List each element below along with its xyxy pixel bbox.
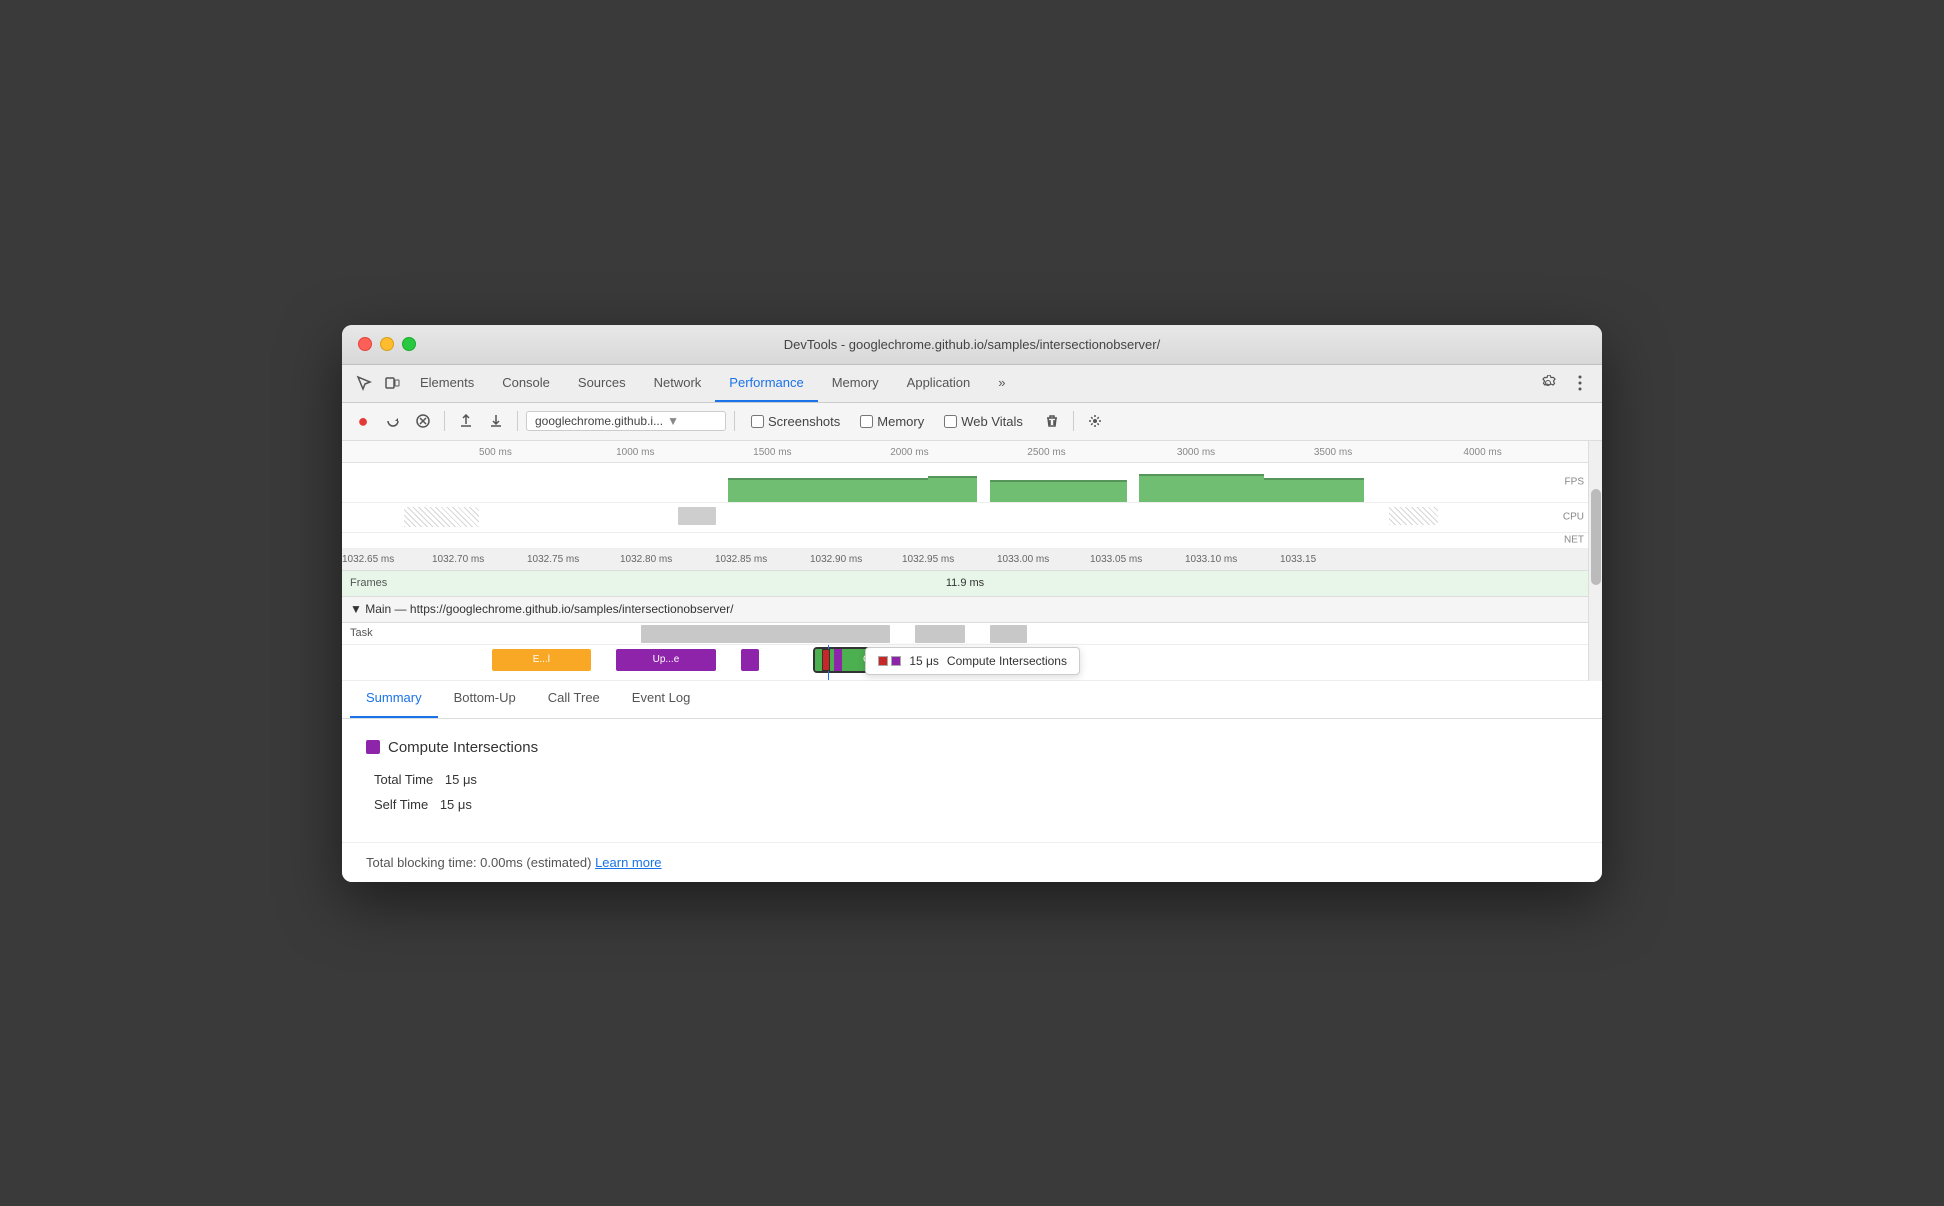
title-bar: DevTools - googlechrome.github.io/sample… xyxy=(342,325,1602,365)
screenshots-checkbox[interactable] xyxy=(751,415,764,428)
device-toolbar-icon[interactable] xyxy=(378,369,406,397)
capture-settings-button[interactable] xyxy=(1082,408,1108,434)
summary-self-time-row: Self Time 15 μs xyxy=(366,797,1578,812)
time-1033.10: 1033.10 ms xyxy=(1185,554,1237,565)
task-label: Task xyxy=(350,627,373,639)
task-row: Task xyxy=(342,623,1588,645)
ruler-2500ms: 2500 ms xyxy=(1027,447,1065,458)
intersection-marker xyxy=(822,649,830,671)
tab-sources[interactable]: Sources xyxy=(564,364,640,402)
summary-content: Compute Intersections Total Time 15 μs S… xyxy=(342,719,1602,842)
tab-console[interactable]: Console xyxy=(488,364,564,402)
time-marker-row: 1032.65 ms 1032.70 ms 1032.75 ms 1032.80… xyxy=(342,549,1588,571)
task-block-upe[interactable]: Up...e xyxy=(616,649,716,671)
upload-profile-button[interactable] xyxy=(453,408,479,434)
ruler-2000ms: 2000 ms xyxy=(890,447,928,458)
minimize-button[interactable] xyxy=(380,337,394,351)
bottom-tab-bar: Summary Bottom-Up Call Tree Event Log xyxy=(342,681,1602,719)
time-1033.00: 1033.00 ms xyxy=(997,554,1049,565)
web-vitals-checkbox[interactable] xyxy=(944,415,957,428)
main-thread-header: ▼ Main — https://googlechrome.github.io/… xyxy=(342,597,1588,623)
learn-more-link[interactable]: Learn more xyxy=(595,855,661,870)
tab-network[interactable]: Network xyxy=(640,364,716,402)
net-label: NET xyxy=(1564,535,1584,546)
task-block-el[interactable]: E...l xyxy=(492,649,592,671)
frames-label: Frames xyxy=(342,577,395,589)
download-profile-button[interactable] xyxy=(483,408,509,434)
traffic-lights xyxy=(358,337,416,351)
ruler-500ms: 500 ms xyxy=(479,447,512,458)
tooltip-time: 15 μs xyxy=(909,654,939,668)
frame-duration: 11.9 ms xyxy=(946,577,984,589)
task-blocks-row: E...l Up...e Co...rs xyxy=(342,645,1588,681)
timeline-ruler: 500 ms 1000 ms 1500 ms 2000 ms 2500 ms 3… xyxy=(342,441,1588,463)
ruler-4000ms: 4000 ms xyxy=(1463,447,1501,458)
tab-elements[interactable]: Elements xyxy=(406,364,488,402)
more-options-icon[interactable] xyxy=(1566,369,1594,397)
time-1033.15: 1033.15 xyxy=(1280,554,1316,565)
tooltip: 15 μs Compute Intersections xyxy=(865,647,1080,675)
tooltip-color-box2 xyxy=(891,656,901,666)
tab-call-tree[interactable]: Call Tree xyxy=(532,680,616,718)
screenshots-checkbox-group[interactable]: Screenshots xyxy=(743,414,848,429)
bottom-panel: Summary Bottom-Up Call Tree Event Log Co… xyxy=(342,681,1602,882)
time-1032.85: 1032.85 ms xyxy=(715,554,767,565)
time-1032.90: 1032.90 ms xyxy=(810,554,862,565)
fps-row: FPS xyxy=(342,463,1588,503)
tab-application[interactable]: Application xyxy=(893,364,985,402)
fps-label: FPS xyxy=(1565,477,1584,488)
record-button[interactable]: ● xyxy=(350,408,376,434)
performance-toolbar: ● xyxy=(342,403,1602,441)
memory-checkbox[interactable] xyxy=(860,415,873,428)
time-1032.65: 1032.65 ms xyxy=(342,554,394,565)
ruler-3000ms: 3000 ms xyxy=(1177,447,1215,458)
window-title: DevTools - googlechrome.github.io/sample… xyxy=(784,337,1160,352)
time-1032.95: 1032.95 ms xyxy=(902,554,954,565)
summary-title: Compute Intersections xyxy=(366,739,1578,756)
devtools-tab-bar: Elements Console Sources Network Perform… xyxy=(342,365,1602,403)
time-1032.80: 1032.80 ms xyxy=(620,554,672,565)
settings-icon[interactable] xyxy=(1534,369,1562,397)
tooltip-color-box xyxy=(878,656,888,666)
tab-bottom-up[interactable]: Bottom-Up xyxy=(438,680,532,718)
tab-memory[interactable]: Memory xyxy=(818,364,893,402)
scrollbar-thumb[interactable] xyxy=(1591,489,1601,585)
timeline-container: 500 ms 1000 ms 1500 ms 2000 ms 2500 ms 3… xyxy=(342,441,1602,681)
tooltip-label: Compute Intersections xyxy=(947,654,1067,668)
tab-event-log[interactable]: Event Log xyxy=(616,680,707,718)
tab-performance[interactable]: Performance xyxy=(715,364,817,402)
web-vitals-checkbox-group[interactable]: Web Vitals xyxy=(936,414,1031,429)
main-thread-label: ▼ Main — https://googlechrome.github.io/… xyxy=(350,602,733,616)
clear-button[interactable] xyxy=(410,408,436,434)
tab-summary[interactable]: Summary xyxy=(350,680,438,718)
task-block-small-purple[interactable] xyxy=(741,649,760,671)
summary-footer: Total blocking time: 0.00ms (estimated) … xyxy=(342,842,1602,882)
frames-row: Frames 11.9 ms xyxy=(342,571,1588,597)
delete-recording-button[interactable] xyxy=(1039,408,1065,434)
close-button[interactable] xyxy=(358,337,372,351)
inspect-element-icon[interactable] xyxy=(350,369,378,397)
summary-total-time-row: Total Time 15 μs xyxy=(366,772,1578,787)
time-1033.05: 1033.05 ms xyxy=(1090,554,1142,565)
reload-button[interactable] xyxy=(380,408,406,434)
ruler-1000ms: 1000 ms xyxy=(616,447,654,458)
timeline-scrollbar[interactable] xyxy=(1588,441,1602,681)
ruler-3500ms: 3500 ms xyxy=(1314,447,1352,458)
memory-checkbox-group[interactable]: Memory xyxy=(852,414,932,429)
cpu-row: CPU xyxy=(342,503,1588,533)
summary-color-box xyxy=(366,740,380,754)
time-1032.75: 1032.75 ms xyxy=(527,554,579,565)
net-row: NET xyxy=(342,533,1588,549)
time-1032.70: 1032.70 ms xyxy=(432,554,484,565)
ruler-1500ms: 1500 ms xyxy=(753,447,791,458)
cpu-label: CPU xyxy=(1563,512,1584,523)
intersection-marker2 xyxy=(834,649,842,671)
maximize-button[interactable] xyxy=(402,337,416,351)
devtools-window: DevTools - googlechrome.github.io/sample… xyxy=(342,325,1602,882)
url-field: googlechrome.github.i... ▼ xyxy=(526,411,726,431)
tab-more[interactable]: » xyxy=(984,364,1019,402)
